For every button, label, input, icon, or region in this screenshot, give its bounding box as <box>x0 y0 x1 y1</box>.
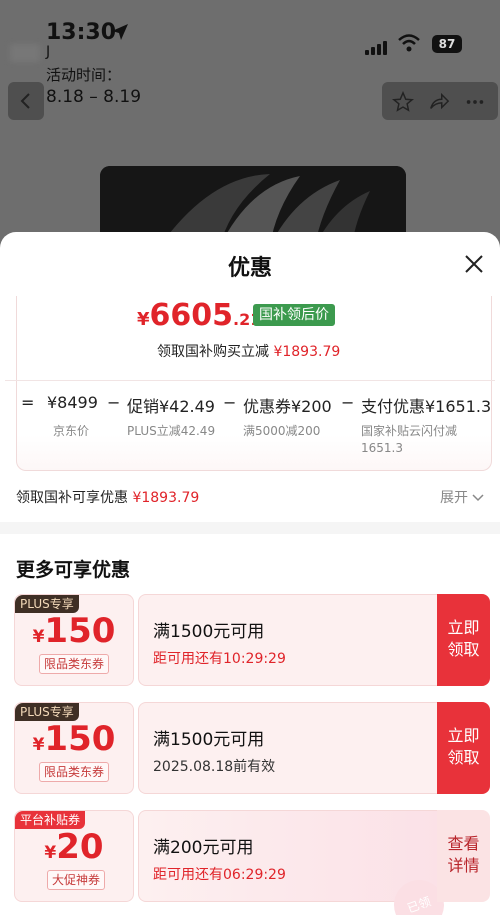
gov-subsidy-line: 领取国补购买立减 ¥1893.79 <box>157 341 340 361</box>
coupon-value-panel: 平台补贴券 ¥20 大促神券 <box>14 810 134 902</box>
coupon-details: 满1500元可用 距可用还有10:29:29 <box>138 594 439 686</box>
activity-dates: 8.18 – 8.19 <box>46 87 142 107</box>
price-integer: 6605 <box>149 298 234 333</box>
coupon-amount-number: 150 <box>44 611 116 651</box>
status-bar: 13:30 87 <box>0 0 500 60</box>
breakdown-item-promo: 促销¥42.49 <box>127 397 215 416</box>
tiny-text: J <box>46 44 51 60</box>
claim-button-label: 立即领取 <box>447 726 480 767</box>
background-page: 13:30 87 J 活动时间： 8.18 – 8.19 <box>0 0 500 260</box>
breakdown-item-coupon: 优惠券¥200 <box>243 397 332 416</box>
sheet-title: 优惠 <box>227 256 272 281</box>
section-divider <box>0 522 500 534</box>
coupon-type: 大促神券 <box>47 870 106 890</box>
breakdown-sub-coupon: 满5000减200 <box>243 424 321 438</box>
chevron-left-icon <box>20 93 30 109</box>
signal-icon <box>365 36 389 55</box>
breakdown-item-jd-price: ¥8499 <box>47 393 98 412</box>
location-arrow-icon <box>112 24 128 40</box>
breakdown-sub-jd-price: 京东价 <box>53 424 90 438</box>
expand-label: 展开 <box>440 490 468 506</box>
expand-button[interactable]: 展开 <box>440 487 484 507</box>
price-breakdown: = ¥8499 京东价 − 促销¥42.49 PLUS立减42.49 − 优惠券… <box>5 380 495 461</box>
breakdown-minus: − <box>341 393 355 412</box>
coupon-type: 限品类东券 <box>39 654 110 674</box>
claim-now-button[interactable]: 立即领取 <box>437 702 490 794</box>
coupon-card: PLUS专享 ¥150 限品类东券 满1500元可用 2025.08.18前有效… <box>14 702 490 794</box>
offers-sheet: 优惠 ¥6605.21 国补领后价 领取国补购买立减 ¥1893.79 = ¥8… <box>0 232 500 915</box>
coupon-currency: ¥ <box>44 843 57 863</box>
coupon-currency: ¥ <box>32 735 45 755</box>
star-icon[interactable] <box>392 91 414 113</box>
breakdown-sub-payment: 国家补贴云闪付减1651.3 <box>361 424 458 455</box>
close-icon[interactable] <box>462 252 486 276</box>
coupon-amount-number: 20 <box>56 827 104 867</box>
coupon-value-panel: PLUS专享 ¥150 限品类东券 <box>14 702 134 794</box>
back-button[interactable] <box>8 82 44 120</box>
breakdown-minus: − <box>107 393 121 412</box>
coupon-amount: ¥150 <box>15 611 133 651</box>
gov-subsidy-summary: 领取国补可享优惠 ¥1893.79 <box>16 487 199 507</box>
chevron-down-icon <box>472 494 484 502</box>
coupon-countdown: 距可用还有06:29:29 <box>153 867 286 883</box>
claim-button-label: 立即领取 <box>447 618 480 659</box>
coupon-condition: 满1500元可用 <box>153 622 265 642</box>
coupon-value-panel: PLUS专享 ¥150 限品类东券 <box>14 594 134 686</box>
coupon-amount-number: 150 <box>44 719 116 759</box>
coupon-details: 满1500元可用 2025.08.18前有效 <box>138 702 439 794</box>
breakdown-item-payment: 支付优惠¥1651.3 <box>361 397 492 416</box>
coupon-amount: ¥20 <box>15 827 133 867</box>
coupon-condition: 满200元可用 <box>153 838 254 858</box>
price-currency: ¥ <box>137 309 150 330</box>
breakdown-equals: = <box>21 393 35 412</box>
blurred-avatar <box>10 44 40 62</box>
coupon-validity: 2025.08.18前有效 <box>153 759 276 775</box>
coupon-details: 满200元可用 距可用还有06:29:29 <box>138 810 439 902</box>
status-time: 13:30 <box>46 20 117 45</box>
coupon-card: 平台补贴券 ¥20 大促神券 满200元可用 距可用还有06:29:29 已领 … <box>14 810 490 915</box>
gov-subsidy-tag: 国补领后价 <box>253 304 335 326</box>
claim-now-button[interactable]: 立即领取 <box>437 594 490 686</box>
coupon-currency: ¥ <box>32 627 45 647</box>
gov-line-amount: ¥1893.79 <box>273 344 341 360</box>
share-icon[interactable] <box>428 91 450 113</box>
coupon-condition: 满1500元可用 <box>153 730 265 750</box>
more-offers-title: 更多可享优惠 <box>16 559 131 581</box>
can-enjoy-label: 领取国补可享优惠 <box>16 490 128 506</box>
gov-line-label: 领取国补购买立减 <box>157 344 269 360</box>
battery-icon: 87 <box>432 35 462 53</box>
coupon-type: 限品类东券 <box>39 762 110 782</box>
can-enjoy-amount: ¥1893.79 <box>132 490 200 506</box>
more-icon[interactable] <box>464 91 486 113</box>
coupon-card: PLUS专享 ¥150 限品类东券 满1500元可用 距可用还有10:29:29… <box>14 594 490 686</box>
breakdown-sub-promo: PLUS立减42.49 <box>127 424 216 438</box>
wifi-icon <box>398 34 420 52</box>
top-actions <box>382 82 498 120</box>
activity-label: 活动时间： <box>46 66 122 84</box>
view-details-button[interactable]: 查看详情 <box>437 810 490 902</box>
price-summary-card: ¥6605.21 国补领后价 领取国补购买立减 ¥1893.79 = ¥8499… <box>5 296 495 471</box>
final-price: ¥6605.21 <box>137 298 261 333</box>
details-button-label: 查看详情 <box>447 834 480 875</box>
coupon-countdown: 距可用还有10:29:29 <box>153 651 286 667</box>
activity-time: 活动时间： 8.18 – 8.19 <box>46 64 141 108</box>
breakdown-minus: − <box>223 393 237 412</box>
coupon-amount: ¥150 <box>15 719 133 759</box>
